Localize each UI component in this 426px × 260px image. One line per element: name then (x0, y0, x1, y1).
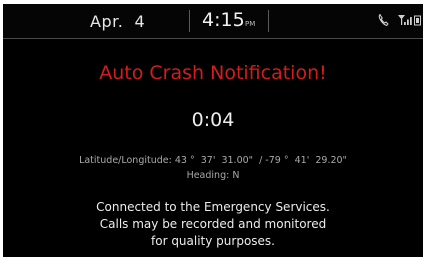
crash-alert-title: Auto Crash Notification! (99, 62, 327, 84)
signal-icon (396, 12, 421, 28)
info-message-line: for quality purposes. (151, 234, 275, 248)
info-message-line: Connected to the Emergency Services. (96, 200, 330, 214)
call-timer: 0:04 (191, 109, 235, 131)
crash-notification-screen: Apr. 4 4:15 PM Auto Crash Notification! … (3, 4, 423, 257)
gps-heading: Heading: N (186, 170, 240, 181)
status-divider (189, 10, 190, 32)
status-date: Apr. 4 (90, 12, 146, 31)
status-divider (268, 10, 269, 32)
status-bar: Apr. 4 4:15 PM (3, 4, 423, 39)
phone-icon (376, 12, 392, 28)
status-time: 4:15 (202, 9, 245, 31)
status-ampm: PM (245, 20, 256, 28)
info-message-line: Calls may be recorded and monitored (99, 217, 327, 231)
gps-coordinates: Latitude/Longitude: 43 ° 37' 31.00" / -7… (79, 155, 347, 166)
